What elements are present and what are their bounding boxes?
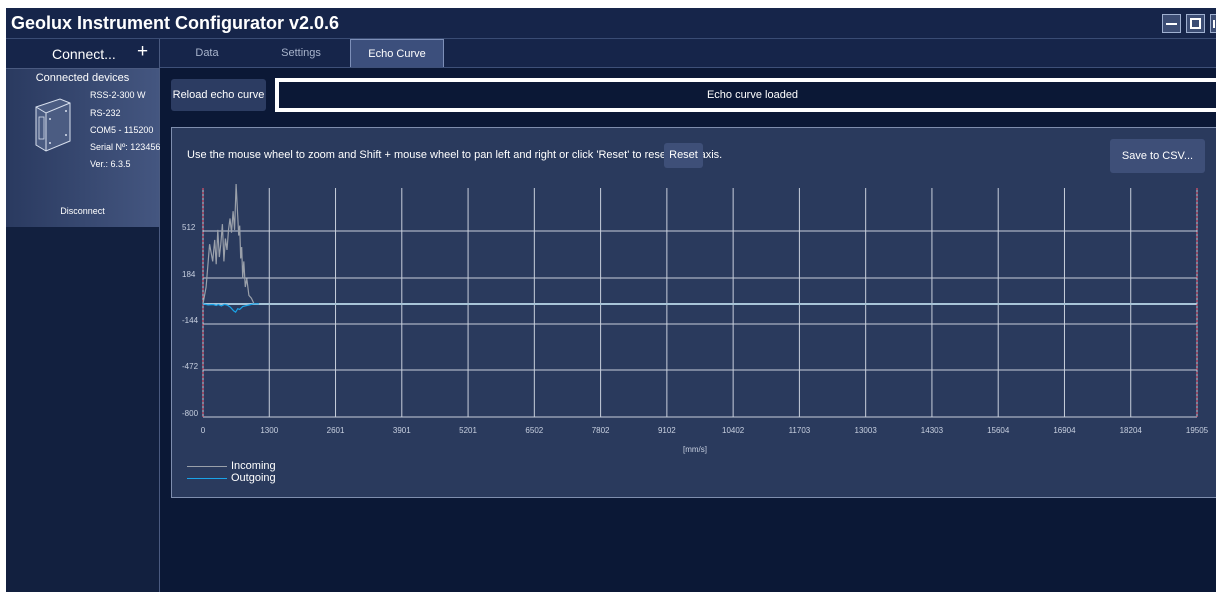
y-tick-label: -472: [182, 362, 199, 371]
x-tick-label: 18204: [1120, 426, 1143, 435]
x-tick-label: 10402: [722, 426, 745, 435]
x-tick-label: 2601: [327, 426, 345, 435]
y-tick-label: -144: [182, 316, 199, 325]
legend-incoming-label: Incoming: [231, 460, 276, 472]
legend-incoming-line: [187, 466, 227, 467]
x-tick-label: 3901: [393, 426, 411, 435]
x-tick-label: 16904: [1053, 426, 1076, 435]
x-tick-label: 1300: [260, 426, 278, 435]
series-line-incoming: [202, 183, 260, 305]
y-tick-label: -800: [182, 409, 199, 418]
y-tick-label: 184: [182, 270, 196, 279]
legend-outgoing-line: [187, 478, 227, 479]
x-tick-label: 0: [201, 426, 206, 435]
x-tick-label: 9102: [658, 426, 676, 435]
series-line-outgoing: [202, 303, 260, 314]
x-tick-label: 15604: [987, 426, 1010, 435]
echo-curve-chart[interactable]: 0 1300 2601 3901 5201 6502 7802 9102 10402 11703 1…: [0, 0, 1216, 592]
x-axis-label: [mm/s]: [683, 445, 707, 454]
x-tick-label: 7802: [592, 426, 610, 435]
x-tick-label: 11703: [789, 426, 811, 435]
x-tick-label: 13003: [855, 426, 878, 435]
x-tick-label: 5201: [459, 426, 477, 435]
x-tick-label: 19505: [1186, 426, 1209, 435]
x-tick-label: 14303: [921, 426, 944, 435]
legend-outgoing-label: Outgoing: [231, 472, 276, 484]
x-tick-label: 6502: [525, 426, 543, 435]
y-tick-label: 512: [182, 223, 196, 232]
